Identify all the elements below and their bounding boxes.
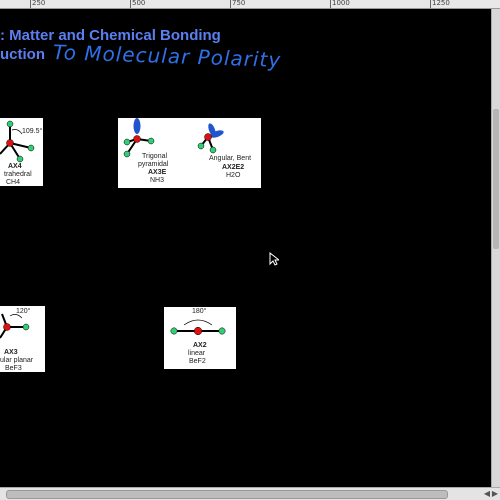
tetrahedral-angle: 109.5° bbox=[22, 128, 43, 135]
tetrahedral-name: trahedral bbox=[4, 171, 32, 178]
tetrahedral-compound: CH4 bbox=[6, 179, 21, 186]
slide-title-line2: uction bbox=[0, 46, 45, 63]
vertical-scrollbar[interactable] bbox=[491, 9, 500, 487]
trigonal-planar-compound: BeF3 bbox=[5, 365, 22, 372]
trigonal-planar-name: ular planar bbox=[0, 357, 34, 364]
handwritten-annotation: To Molecular Polarity bbox=[52, 40, 282, 72]
pyramidal-compound: NH3 bbox=[150, 177, 165, 184]
linear-compound: BeF2 bbox=[189, 358, 206, 365]
ruler-tick: 500 bbox=[132, 0, 146, 7]
linear-card: 180° AX2 linear BeF2 bbox=[164, 307, 236, 369]
bent-compound: H2O bbox=[226, 172, 241, 179]
pyramidal-name-line2: pyramidal bbox=[138, 161, 169, 168]
mouse-pointer-icon bbox=[269, 251, 281, 271]
tetrahedral-formula: AX4 bbox=[8, 163, 22, 170]
trigonal-planar-angle: 120° bbox=[16, 308, 31, 315]
horizontal-scrollbar-thumb[interactable] bbox=[6, 490, 448, 499]
ruler-tick: 1250 bbox=[432, 0, 450, 7]
bent-formula: AX2E2 bbox=[222, 164, 245, 171]
pyramidal-bent-card: Trigonal pyramidal AX3E NH3 Angular, Ben… bbox=[118, 118, 261, 188]
vertical-scrollbar-thumb[interactable] bbox=[493, 109, 499, 249]
linear-formula: AX2 bbox=[193, 342, 207, 349]
horizontal-scrollbar[interactable]: ◀ ▶ bbox=[0, 487, 500, 500]
pyramidal-formula: AX3E bbox=[148, 169, 167, 176]
pyramidal-name-line1: Trigonal bbox=[142, 153, 168, 160]
bent-name: Angular, Bent bbox=[209, 155, 252, 162]
trigonal-planar-formula: AX3 bbox=[4, 349, 18, 356]
ruler-tick: 1000 bbox=[332, 0, 350, 7]
ruler-tick: 750 bbox=[232, 0, 246, 7]
top-ruler: 250 500 750 1000 1250 bbox=[0, 0, 500, 9]
scroll-right-icon[interactable]: ▶ bbox=[490, 488, 500, 500]
linear-name: linear bbox=[188, 350, 206, 357]
trigonal-planar-card: 120° AX3 ular planar BeF3 bbox=[0, 306, 45, 372]
linear-angle: 180° bbox=[192, 308, 207, 315]
tetrahedral-card: 109.5° AX4 trahedral CH4 bbox=[0, 118, 43, 186]
ruler-tick: 250 bbox=[32, 0, 46, 7]
